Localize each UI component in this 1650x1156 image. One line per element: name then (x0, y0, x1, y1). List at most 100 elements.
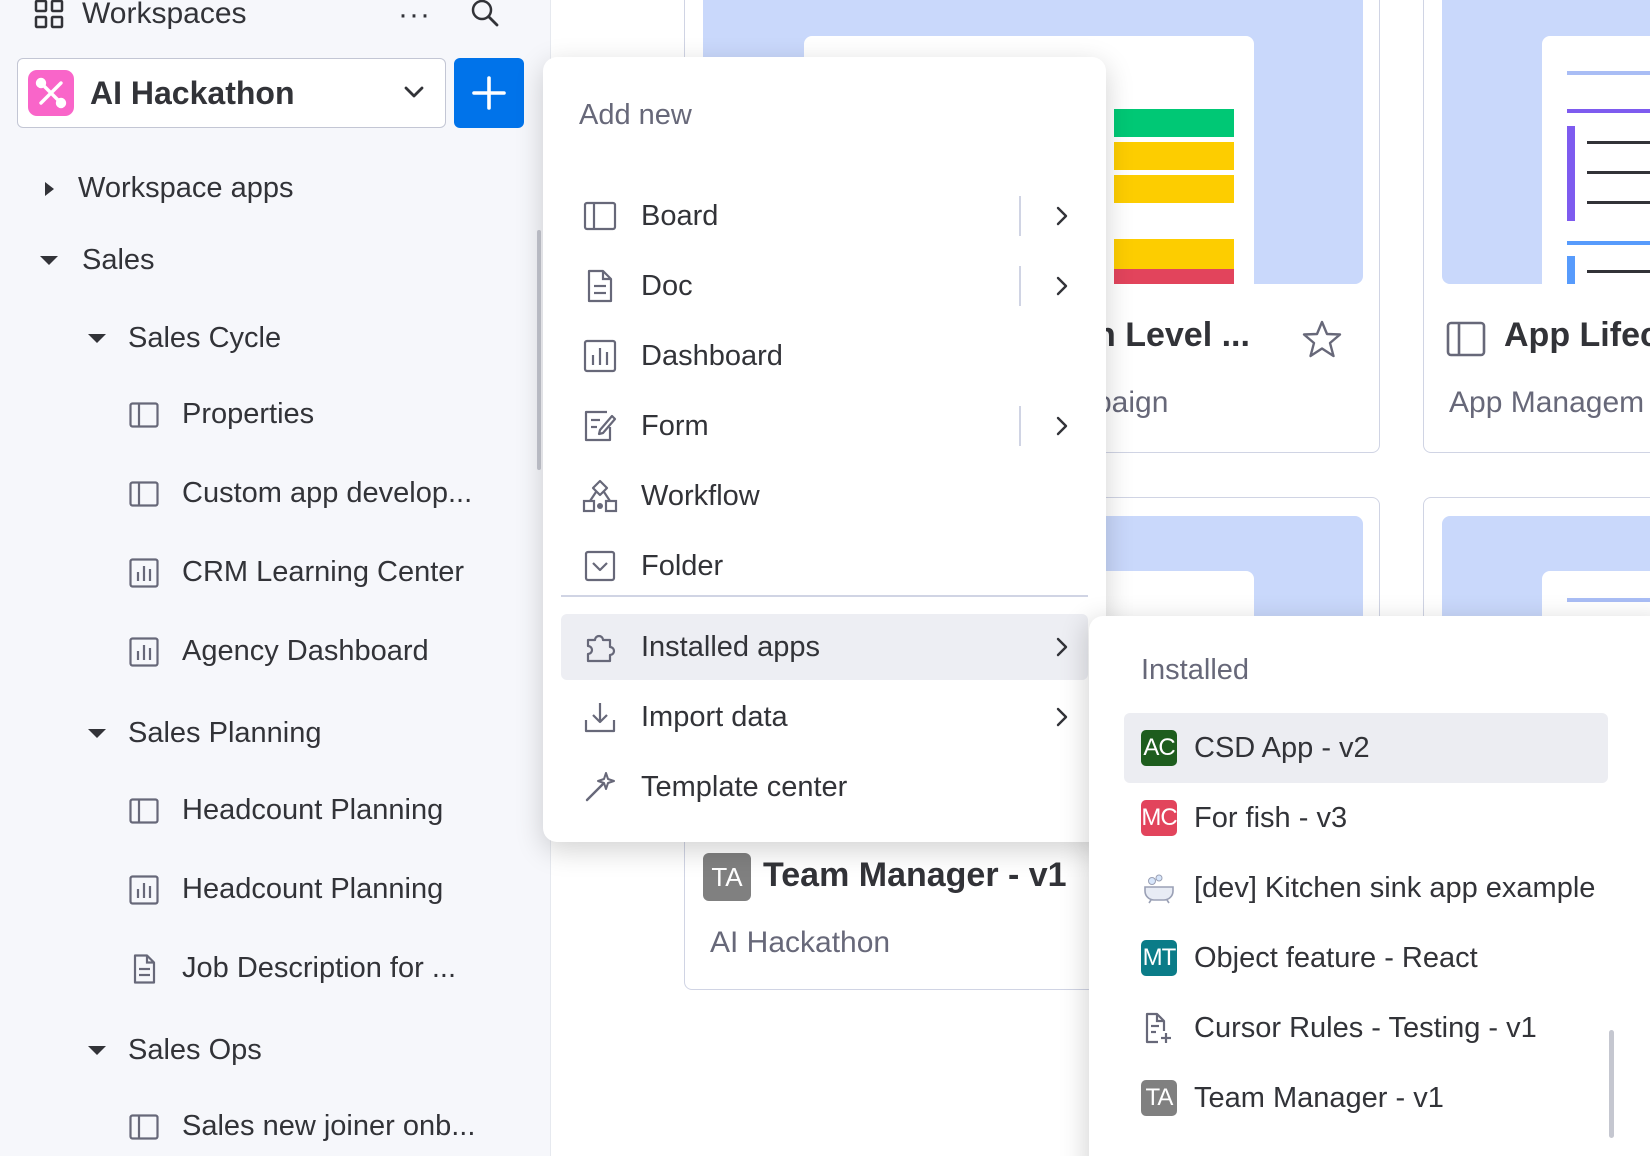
menu-item-label: Import data (641, 700, 788, 733)
chevron-right-icon[interactable] (1049, 273, 1075, 307)
menu-item-label: Installed apps (641, 630, 820, 663)
tree-label: Custom app develop... (182, 477, 473, 509)
tree-sales-planning[interactable]: Sales Planning (88, 717, 321, 750)
magic-wand-icon (581, 768, 619, 806)
app-item-label: CSD App - v2 (1194, 731, 1370, 764)
tree-label: Sales Ops (128, 1034, 262, 1066)
app-badge-mt: MT (1141, 940, 1177, 976)
caret-down-icon (88, 729, 106, 738)
tree-label: Agency Dashboard (182, 635, 429, 667)
menu-item-board[interactable]: Board (561, 183, 1088, 249)
app-item-kitchen-sink[interactable]: [dev] Kitchen sink app example (1124, 853, 1608, 923)
board-icon (128, 795, 160, 827)
menu-item-import-data[interactable]: Import data (561, 684, 1088, 750)
workspace-name: AI Hackathon (90, 74, 295, 111)
more-options-icon[interactable]: ··· (398, 0, 431, 32)
sidebar: Workspaces ··· AI Hackathon Workspace ap… (0, 0, 550, 1156)
card-subtitle: paign (1095, 386, 1169, 419)
dashboard-icon (128, 874, 160, 906)
dashboard-icon (581, 337, 619, 375)
app-item-label: Cursor Rules - Testing - v1 (1194, 1011, 1537, 1044)
chevron-right-icon[interactable] (1049, 413, 1075, 447)
menu-item-label: Folder (641, 549, 724, 582)
tree-workspace-apps[interactable]: Workspace apps (45, 172, 293, 205)
folder-icon (581, 547, 619, 585)
chevron-down-icon (401, 79, 427, 110)
board-card-app-lifecycle[interactable]: App Lifec App Managem (1423, 0, 1650, 453)
app-badge-ta: TA (703, 853, 751, 901)
workflow-icon (581, 477, 619, 515)
menu-item-doc[interactable]: Doc (561, 253, 1088, 319)
tree-item-custom-app[interactable]: Custom app develop... (128, 477, 472, 510)
chevron-right-icon[interactable] (1049, 634, 1075, 668)
tree-sales-cycle[interactable]: Sales Cycle (88, 322, 281, 355)
tree-item-job-description[interactable]: Job Description for ... (128, 952, 456, 985)
menu-header: Add new (579, 99, 692, 131)
menu-item-label: Workflow (641, 479, 760, 512)
sidebar-scrollbar[interactable] (537, 230, 541, 470)
doc-line (1567, 598, 1650, 602)
tree-label: Sales new joiner onb... (182, 1110, 476, 1142)
tree-label: Properties (182, 398, 315, 430)
tree-label: Workspace apps (78, 172, 294, 204)
menu-item-label: Dashboard (641, 339, 783, 372)
board-icon (581, 197, 619, 235)
bathtub-icon (1141, 870, 1177, 906)
card-title: Team Manager - v1 (763, 856, 1067, 894)
board-icon (1446, 321, 1486, 362)
chevron-right-icon[interactable] (1049, 704, 1075, 738)
menu-item-template-center[interactable]: Template center (561, 754, 1088, 820)
app-item-label: Object feature - React (1194, 941, 1478, 974)
menu-divider-vertical (1019, 406, 1021, 446)
doc-plus-icon (1141, 1010, 1177, 1046)
doc-line (1567, 109, 1650, 113)
tree-label: Headcount Planning (182, 794, 444, 826)
doc-line (1587, 171, 1650, 174)
thumbnail-sheet (1542, 36, 1650, 284)
submenu-header: Installed (1141, 654, 1250, 686)
status-bar-green (1114, 109, 1234, 137)
app-item-csd-app[interactable]: AC CSD App - v2 (1124, 713, 1608, 783)
workspace-selector[interactable]: AI Hackathon (17, 58, 446, 128)
tree-item-properties[interactable]: Properties (128, 398, 314, 431)
submenu-scrollbar[interactable] (1609, 1030, 1614, 1138)
menu-item-folder[interactable]: Folder (561, 533, 1088, 599)
doc-line (1587, 201, 1650, 204)
menu-item-workflow[interactable]: Workflow (561, 463, 1088, 529)
dashboard-icon (128, 557, 160, 589)
app-item-team-manager[interactable]: TA Team Manager - v1 (1124, 1063, 1608, 1133)
menu-item-label: Doc (641, 269, 693, 302)
tree-sales[interactable]: Sales (40, 244, 155, 277)
workspace-logo-icon (28, 70, 74, 116)
import-icon (581, 698, 619, 736)
star-icon[interactable] (1302, 319, 1342, 364)
card-title: h Level ... (1095, 316, 1250, 354)
tree-sales-ops[interactable]: Sales Ops (88, 1034, 262, 1067)
menu-divider-vertical (1019, 266, 1021, 306)
doc-marker (1567, 256, 1575, 284)
doc-icon (581, 267, 619, 305)
tree-item-sales-new-joiner[interactable]: Sales new joiner onb... (128, 1110, 475, 1143)
menu-item-label: Form (641, 409, 709, 442)
menu-item-label: Board (641, 199, 719, 232)
search-icon[interactable] (470, 0, 500, 33)
card-title: App Lifec (1504, 316, 1650, 354)
tree-item-headcount-board[interactable]: Headcount Planning (128, 794, 443, 827)
badge-text: TA (703, 853, 751, 901)
menu-item-installed-apps[interactable]: Installed apps (561, 614, 1088, 680)
app-item-object-feature[interactable]: MT Object feature - React (1124, 923, 1608, 993)
add-new-button[interactable] (454, 58, 524, 128)
menu-item-dashboard[interactable]: Dashboard (561, 323, 1088, 389)
chevron-right-icon[interactable] (1049, 203, 1075, 237)
app-item-cursor-rules[interactable]: Cursor Rules - Testing - v1 (1124, 993, 1608, 1063)
menu-item-form[interactable]: Form (561, 393, 1088, 459)
tree-item-crm-learning[interactable]: CRM Learning Center (128, 556, 464, 589)
board-icon (128, 1111, 160, 1143)
app-item-for-fish[interactable]: MC For fish - v3 (1124, 783, 1608, 853)
doc-line (1567, 71, 1650, 75)
tree-item-agency-dashboard[interactable]: Agency Dashboard (128, 635, 429, 668)
status-bar-yellow (1114, 239, 1234, 269)
caret-down-icon (40, 256, 58, 265)
tree-item-headcount-dashboard[interactable]: Headcount Planning (128, 873, 443, 906)
add-new-menu: Add new Board Doc Dashboard Form Workflo… (543, 57, 1106, 842)
